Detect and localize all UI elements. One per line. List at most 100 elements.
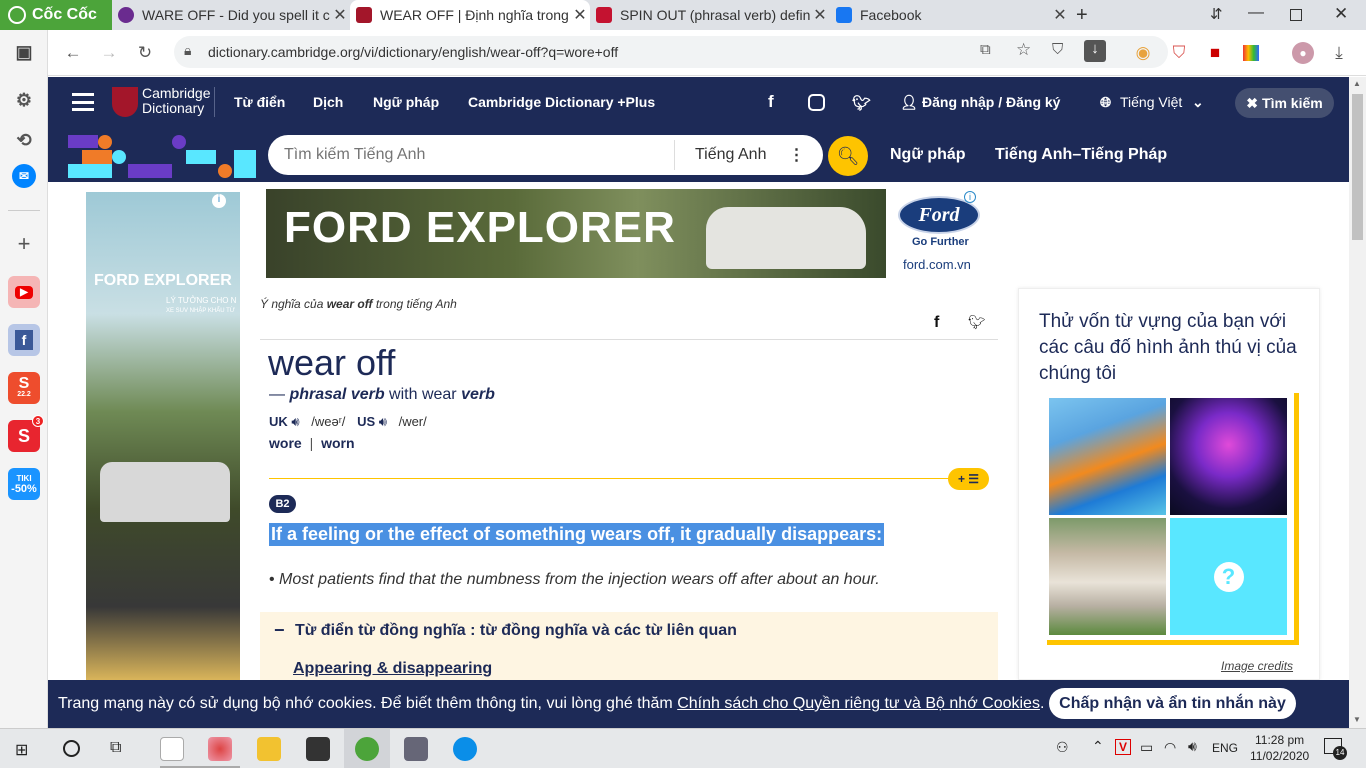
file-explorer-icon[interactable]: [257, 737, 281, 761]
forward-icon[interactable]: →: [98, 42, 120, 64]
share-twitter-icon[interactable]: 🐦︎: [968, 314, 986, 331]
more-options-icon[interactable]: ⋮: [788, 145, 804, 165]
language-selector[interactable]: Tiếng Việt: [1120, 94, 1182, 110]
chevron-down-icon[interactable]: ⌄: [1192, 94, 1204, 111]
tiki-icon[interactable]: TIKI -50%: [8, 468, 40, 500]
facebook-icon[interactable]: f: [8, 324, 40, 356]
search-icon[interactable]: [63, 740, 80, 757]
history-icon[interactable]: ⟲: [8, 124, 40, 156]
app-icon[interactable]: [404, 737, 428, 761]
minimize-button[interactable]: —: [1248, 4, 1264, 22]
ad-info-icon[interactable]: i: [964, 191, 976, 203]
nav-translate[interactable]: Dịch: [313, 94, 343, 110]
back-icon[interactable]: ←: [62, 42, 84, 64]
quiz-title[interactable]: Thử vốn từ vựng của bạn với các câu đố h…: [1039, 309, 1299, 387]
scrollbar-thumb[interactable]: [1352, 94, 1363, 240]
red-ext-icon[interactable]: ■: [1204, 42, 1226, 64]
ford-banner[interactable]: FORD EXPLORER: [266, 189, 886, 278]
messenger-icon[interactable]: ✉: [12, 164, 36, 188]
translate-icon[interactable]: ⧉: [980, 41, 991, 58]
unikey-icon[interactable]: V: [1115, 739, 1131, 755]
profile-avatar[interactable]: ●: [1292, 42, 1314, 64]
new-tab-button[interactable]: +: [1076, 4, 1088, 27]
close-tab-icon[interactable]: ✕: [810, 5, 830, 25]
scroll-up-icon[interactable]: ▲: [1353, 79, 1361, 88]
en-fr-link[interactable]: Tiếng Anh–Tiếng Pháp: [995, 146, 1167, 164]
sticky-app-icon[interactable]: [306, 737, 330, 761]
notification-icon[interactable]: 14: [1324, 738, 1347, 760]
tab-search-icon[interactable]: ⇵: [1210, 5, 1223, 23]
shield-icon[interactable]: ⛉: [1052, 41, 1063, 58]
maximize-button[interactable]: [1290, 9, 1302, 21]
scroll-down-icon[interactable]: ▼: [1353, 715, 1361, 724]
people-icon[interactable]: ⚇: [1056, 739, 1069, 756]
chevron-up-icon[interactable]: ⌃: [1092, 738, 1104, 755]
url-field[interactable]: 🔒︎ dictionary.cambridge.org/vi/dictionar…: [174, 36, 1168, 68]
add-icon[interactable]: +: [8, 228, 40, 260]
volume-icon[interactable]: 🔊︎: [1188, 738, 1197, 755]
grammar-link[interactable]: Ngữ pháp: [890, 146, 966, 164]
us-audio-icon[interactable]: 🔊︎: [379, 414, 387, 429]
quiz-image-ferris-wheel[interactable]: [1170, 398, 1287, 515]
paint-app-icon[interactable]: [208, 737, 232, 761]
globe-icon[interactable]: 🌐︎: [1100, 94, 1111, 111]
image-credits-link[interactable]: Image credits: [1221, 659, 1293, 673]
app-icon[interactable]: [160, 737, 184, 761]
shopee-icon[interactable]: S 22.2: [8, 372, 40, 404]
windows-start-icon[interactable]: ⊞: [15, 740, 28, 760]
site-logo[interactable]: Cambridge Dictionary: [142, 86, 210, 116]
accept-cookies-button[interactable]: Chấp nhận và ẩn tin nhắn này: [1049, 688, 1296, 719]
share-facebook-icon[interactable]: f: [934, 314, 939, 332]
lock-icon[interactable]: 🔒︎: [184, 42, 191, 59]
dictionary-selector[interactable]: Tiếng Anh: [695, 146, 766, 164]
level-badge[interactable]: B2: [269, 495, 296, 513]
close-window-button[interactable]: ✕: [1334, 4, 1348, 24]
coccoc-taskbar-icon[interactable]: [355, 737, 379, 761]
search-input[interactable]: [284, 146, 664, 164]
add-to-list-button[interactable]: + ☰: [948, 468, 989, 490]
brave-ext-icon[interactable]: ⛉: [1168, 42, 1190, 64]
facebook-icon[interactable]: f: [768, 92, 774, 112]
task-view-icon[interactable]: ⧉: [110, 739, 121, 757]
thesaurus-link[interactable]: Appearing & disappearing: [293, 660, 492, 678]
pos-verb[interactable]: verb: [461, 386, 495, 403]
close-tab-icon[interactable]: ✕: [570, 5, 590, 25]
side-advertisement[interactable]: FORD EXPLORER LÝ TƯỞNG CHO N XE SUV NHẬP…: [86, 192, 240, 680]
cookie-policy-link[interactable]: Chính sách cho Quyền riêng tư và Bộ nhớ …: [677, 695, 1040, 712]
search-icon[interactable]: 🔍︎: [828, 136, 868, 176]
ford-site[interactable]: ford.com.vn: [903, 257, 971, 272]
nav-grammar[interactable]: Ngữ pháp: [373, 94, 439, 110]
quiz-image-question[interactable]: ?: [1170, 518, 1287, 635]
chrome-ext-icon[interactable]: ◉: [1132, 42, 1154, 64]
user-icon[interactable]: 👤︎: [900, 94, 918, 111]
language-indicator[interactable]: ENG: [1212, 741, 1238, 755]
bookmark-star-icon[interactable]: ☆: [1016, 40, 1031, 60]
nav-dictionary[interactable]: Từ điển: [234, 94, 285, 110]
instagram-icon[interactable]: [808, 94, 825, 111]
zalo-icon[interactable]: [453, 737, 477, 761]
close-tab-icon[interactable]: ✕: [1050, 5, 1070, 25]
tab-wear-off[interactable]: WEAR OFF | Định nghĩa trong ✕: [350, 0, 590, 30]
youtube-icon[interactable]: ▶: [8, 276, 40, 308]
download-arrow-icon[interactable]: ↓: [1084, 40, 1106, 62]
tab-ware-off[interactable]: WARE OFF - Did you spell it c ✕: [112, 0, 350, 30]
collapse-icon[interactable]: −: [274, 620, 285, 641]
tab-spin-out[interactable]: SPIN OUT (phrasal verb) defin ✕: [590, 0, 830, 30]
coccoc-menu-button[interactable]: Cốc Cốc: [0, 0, 112, 30]
uk-audio-icon[interactable]: 🔊︎: [291, 414, 299, 429]
thesaurus-title[interactable]: Từ điển từ đồng nghĩa : từ đồng nghĩa và…: [295, 622, 737, 640]
reload-icon[interactable]: ↻: [134, 42, 156, 64]
tab-facebook[interactable]: Facebook ✕: [830, 0, 1070, 30]
sendo-icon[interactable]: S3: [8, 415, 44, 452]
pos-label[interactable]: phrasal verb: [289, 386, 384, 403]
sidebar-toggle-icon[interactable]: ▣: [8, 36, 40, 68]
quiz-image-playhouse[interactable]: [1049, 518, 1166, 635]
login-link[interactable]: Đăng nhập / Đăng ký: [922, 94, 1060, 110]
settings-icon[interactable]: ⚙: [8, 84, 40, 116]
clock[interactable]: 11:28 pm 11/02/2020: [1250, 732, 1309, 764]
ad-info-icon[interactable]: i: [212, 194, 226, 208]
battery-icon[interactable]: ▭: [1140, 739, 1153, 756]
page-scrollbar[interactable]: ▲ ▼: [1349, 77, 1366, 728]
search-toggle-button[interactable]: ✖ Tìm kiếm: [1235, 88, 1334, 118]
close-tab-icon[interactable]: ✕: [330, 5, 350, 25]
